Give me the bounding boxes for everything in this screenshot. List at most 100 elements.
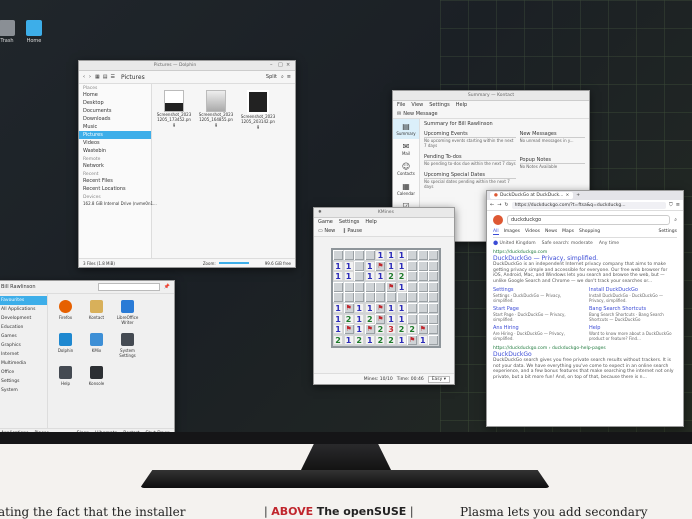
kontact-nav-item[interactable]: ✉ Mail: [393, 139, 419, 159]
ddg-tab[interactable]: Maps: [562, 229, 574, 235]
place-recent-files[interactable]: Recent Files: [79, 177, 151, 185]
hidden-cell[interactable]: [417, 260, 428, 271]
menu-item[interactable]: Help: [456, 102, 467, 108]
flagged-cell[interactable]: ⚑: [407, 334, 418, 345]
revealed-cell[interactable]: 1: [364, 271, 375, 282]
flagged-cell[interactable]: ⚑: [375, 303, 386, 313]
safe-search-dropdown[interactable]: Safe search: moderate: [542, 241, 593, 246]
minimize-icon[interactable]: –: [270, 63, 275, 68]
new-message-button[interactable]: New Message: [403, 111, 437, 117]
hidden-cell[interactable]: [354, 292, 365, 303]
launcher-category[interactable]: Education: [0, 323, 47, 332]
file-item[interactable]: Screenshot_20231205_164855.png: [198, 90, 234, 252]
revealed-cell[interactable]: 1: [386, 260, 396, 271]
ddg-tab[interactable]: All: [493, 229, 499, 235]
hidden-cell[interactable]: [333, 281, 343, 292]
launcher-category[interactable]: Graphics: [0, 341, 47, 350]
kmines-titlebar[interactable]: ✹ KMines: [314, 208, 454, 218]
launcher-category[interactable]: Internet: [0, 350, 47, 359]
ddg-tab[interactable]: Videos: [525, 229, 540, 235]
revealed-cell[interactable]: 1: [386, 250, 396, 260]
hidden-cell[interactable]: [354, 250, 365, 260]
hidden-cell[interactable]: [354, 260, 365, 271]
revealed-cell[interactable]: 2: [386, 334, 396, 345]
desktop-icon-home[interactable]: Home: [19, 20, 49, 44]
hamburger-menu-icon[interactable]: ≡: [676, 202, 680, 208]
revealed-cell[interactable]: 2: [375, 324, 386, 335]
revealed-cell[interactable]: 1: [333, 303, 343, 313]
hidden-cell[interactable]: [428, 303, 439, 313]
time-filter-dropdown[interactable]: Any time: [599, 241, 619, 246]
view-details-icon[interactable]: ☰: [110, 74, 114, 80]
hidden-cell[interactable]: [407, 260, 418, 271]
file-item[interactable]: Screenshot_20231205_173452.png: [156, 90, 192, 252]
hidden-cell[interactable]: [417, 303, 428, 313]
hidden-cell[interactable]: [428, 313, 439, 324]
menu-item[interactable]: Game: [318, 219, 333, 225]
launcher-category[interactable]: Games: [0, 332, 47, 341]
hidden-cell[interactable]: [417, 292, 428, 303]
revealed-cell[interactable]: 2: [333, 334, 343, 345]
new-game-button[interactable]: ▭ New: [318, 228, 335, 234]
kontact-titlebar[interactable]: Summary — Kontact: [393, 91, 589, 101]
hidden-cell[interactable]: [375, 281, 386, 292]
result-title[interactable]: DuckDuckGo: [493, 351, 677, 358]
hidden-cell[interactable]: [417, 281, 428, 292]
revealed-cell[interactable]: 1: [354, 313, 365, 324]
revealed-cell[interactable]: 1: [333, 271, 343, 282]
sitelink[interactable]: Start Page Start Page · DuckDuckGo — Priv…: [493, 306, 581, 322]
hidden-cell[interactable]: [407, 303, 418, 313]
kontact-nav-item[interactable]: ☺ Contacts: [393, 159, 419, 179]
place-item[interactable]: Pictures: [79, 131, 151, 139]
hidden-cell[interactable]: [354, 271, 365, 282]
flagged-cell[interactable]: ⚑: [343, 303, 354, 313]
hidden-cell[interactable]: [407, 313, 418, 324]
launcher-app[interactable]: Help: [50, 364, 81, 386]
launcher-category[interactable]: All Applications: [0, 305, 47, 314]
place-item[interactable]: Videos: [79, 139, 151, 147]
application-launcher[interactable]: Bill Rawlinson 📌 Favourites All Applicati…: [0, 280, 175, 432]
revealed-cell[interactable]: 2: [396, 324, 407, 335]
hidden-cell[interactable]: [407, 271, 418, 282]
difficulty-select[interactable]: Easy ▾: [427, 375, 450, 383]
region-toggle[interactable]: ⬤ United Kingdom: [493, 241, 536, 246]
revealed-cell[interactable]: 2: [375, 334, 386, 345]
revealed-cell[interactable]: 2: [364, 313, 375, 324]
back-icon[interactable]: ←: [490, 202, 494, 208]
launcher-app[interactable]: KMix: [81, 331, 112, 358]
place-item[interactable]: Home: [79, 91, 151, 99]
menu-item[interactable]: File: [397, 102, 405, 108]
forward-icon[interactable]: →: [497, 202, 501, 208]
device-internal-drive[interactable]: 162.8 GiB Internal Drive (nvme0n1...: [79, 200, 157, 207]
close-tab-icon[interactable]: ×: [565, 193, 569, 198]
revealed-cell[interactable]: 1: [396, 260, 407, 271]
revealed-cell[interactable]: 1: [343, 260, 354, 271]
hidden-cell[interactable]: [428, 271, 439, 282]
revealed-cell[interactable]: 1: [396, 303, 407, 313]
pin-icon[interactable]: 📌: [164, 284, 170, 290]
revealed-cell[interactable]: 1: [364, 260, 375, 271]
revealed-cell[interactable]: 2: [407, 324, 418, 335]
ddg-tab[interactable]: Images: [504, 229, 520, 235]
search-icon[interactable]: ⌕: [674, 217, 677, 223]
hidden-cell[interactable]: [343, 292, 354, 303]
view-compact-icon[interactable]: ▤: [103, 74, 108, 80]
revealed-cell[interactable]: 1: [396, 313, 407, 324]
hidden-cell[interactable]: [364, 250, 375, 260]
revealed-cell[interactable]: 1: [333, 313, 343, 324]
menu-item[interactable]: View: [411, 102, 423, 108]
hidden-cell[interactable]: [396, 292, 407, 303]
hidden-cell[interactable]: [417, 313, 428, 324]
hidden-cell[interactable]: [333, 292, 343, 303]
hamburger-menu-icon[interactable]: ≡: [287, 74, 291, 80]
place-item[interactable]: Documents: [79, 107, 151, 115]
revealed-cell[interactable]: 1: [386, 303, 396, 313]
revealed-cell[interactable]: 1: [375, 271, 386, 282]
minefield[interactable]: 1 1 1 1 1 1 ⚑ 1 1 1 1 1 1 2 2 ⚑ 1 1 ⚑ 1 1 ⚑ 1 1 1 2 1 2 ⚑ 1 1 1 ⚑ 1 ⚑ 2 3 2 2 ⚑…: [331, 248, 441, 348]
search-icon[interactable]: ⌕: [281, 74, 284, 80]
revealed-cell[interactable]: 1: [354, 303, 365, 313]
hidden-cell[interactable]: [428, 334, 439, 345]
place-item[interactable]: Wastebin: [79, 147, 151, 155]
launcher-category[interactable]: Office: [0, 368, 47, 377]
revealed-cell[interactable]: 1: [386, 313, 396, 324]
